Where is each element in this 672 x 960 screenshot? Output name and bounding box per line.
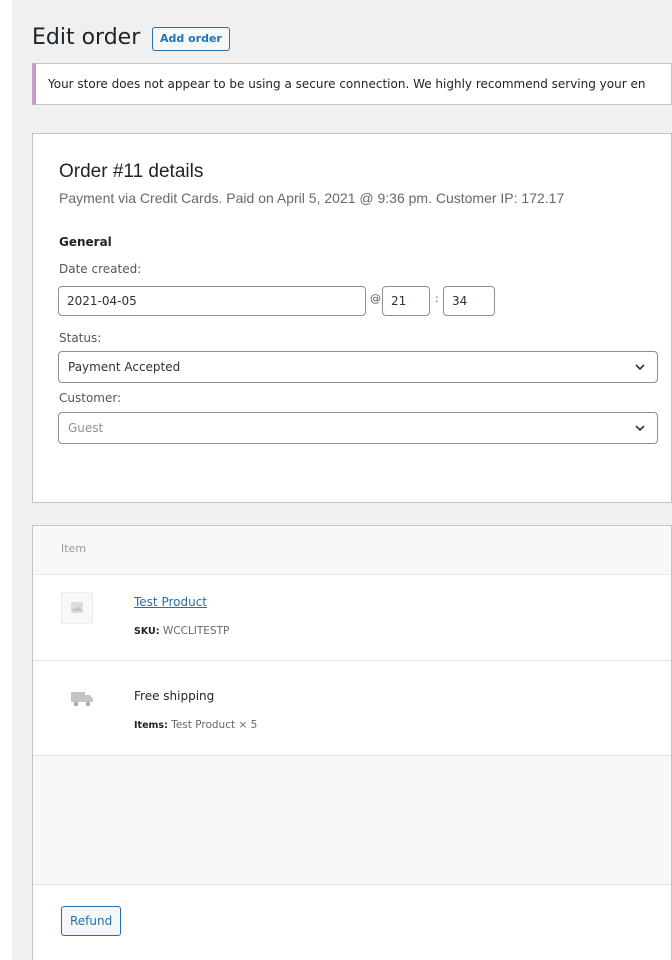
sku-value: WCCLITESTP	[162, 625, 230, 637]
status-value: Payment Accepted	[68, 360, 181, 374]
order-details-panel: Order #11 details Payment via Credit Car…	[32, 133, 672, 503]
product-sku: SKU: WCCLITESTP	[134, 625, 229, 637]
at-separator: @	[370, 292, 381, 305]
date-created-label: Date created:	[59, 262, 142, 276]
items-footer: Refund	[33, 884, 671, 960]
items-key: Items:	[134, 720, 168, 731]
add-order-button[interactable]: Add order	[152, 27, 230, 51]
general-section-label: General	[59, 235, 112, 249]
totals-area	[33, 756, 671, 884]
notice-text: Your store does not appear to be using a…	[48, 77, 646, 91]
sku-key: SKU:	[134, 626, 160, 637]
minute-input[interactable]: 34	[443, 286, 495, 316]
time-colon: :	[435, 292, 439, 305]
items-table-header: Item	[33, 526, 671, 575]
shipping-method-name: Free shipping	[134, 689, 215, 703]
left-strip	[0, 0, 12, 960]
line-item-row: Test Product SKU: WCCLITESTP	[33, 575, 671, 661]
status-label: Status:	[59, 331, 102, 345]
status-select[interactable]: Payment Accepted	[58, 351, 658, 383]
edit-order-page: Edit order Add order Your store does not…	[12, 0, 672, 960]
hour-input[interactable]: 21	[382, 286, 430, 316]
image-placeholder-icon	[61, 592, 93, 624]
customer-label: Customer:	[59, 391, 122, 405]
order-items-panel: Item Test Product SKU: WCCLITESTP Free s…	[32, 525, 672, 960]
date-created-input[interactable]: 2021-04-05	[58, 286, 366, 316]
shipping-items: Items: Test Product × 5	[134, 719, 257, 731]
refund-button[interactable]: Refund	[61, 906, 122, 936]
page-title: Edit order	[32, 25, 141, 50]
customer-select[interactable]: Guest	[58, 412, 658, 444]
column-item: Item	[61, 542, 87, 555]
chevron-down-icon	[635, 425, 645, 432]
order-heading: Order #11 details	[59, 161, 204, 182]
security-notice: Your store does not appear to be using a…	[32, 63, 672, 105]
shipping-truck-icon	[71, 692, 93, 707]
shipping-row: Free shipping Items: Test Product × 5	[33, 661, 671, 756]
customer-value: Guest	[68, 421, 104, 435]
payment-info: Payment via Credit Cards. Paid on April …	[59, 190, 565, 206]
chevron-down-icon	[635, 364, 645, 371]
items-value: Test Product × 5	[171, 719, 258, 731]
product-link[interactable]: Test Product	[134, 595, 207, 609]
